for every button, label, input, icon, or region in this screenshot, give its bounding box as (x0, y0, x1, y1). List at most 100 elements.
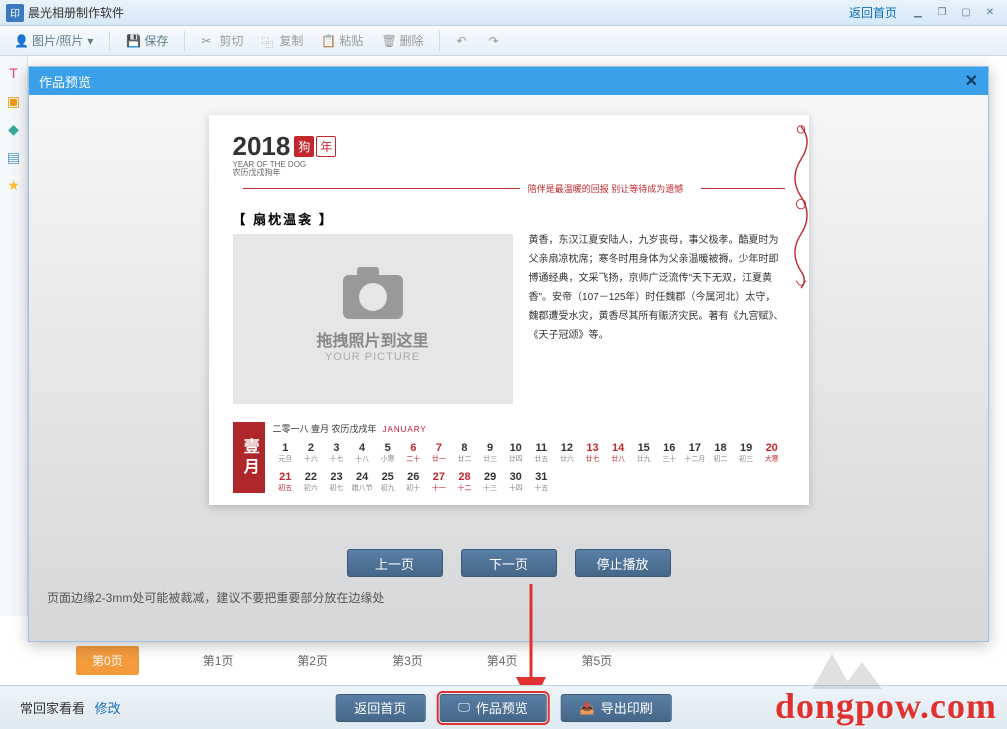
day-cell: 18初二 (708, 437, 734, 464)
day-cell: 20大寒 (759, 437, 785, 464)
save-icon: 💾 (126, 34, 140, 48)
back-home-button[interactable]: 返回首页 (335, 694, 425, 722)
restore-button[interactable]: ❐ (931, 5, 953, 21)
day-cell: 14廿八 (605, 437, 631, 464)
star-tool-icon[interactable]: ★ (5, 176, 23, 194)
cut-button[interactable]: ✂剪切 (195, 30, 249, 51)
slogan-text: 陪伴是最温暖的回报 别让等待成为遗憾 (528, 182, 684, 195)
thumb-page-1[interactable]: 第1页 (203, 652, 234, 669)
day-cell (657, 466, 683, 493)
edge-hint: 页面边缘2-3mm处可能被裁减，建议不要把重要部分放在边缘处 (47, 589, 384, 606)
main-toolbar: 👤 图片/照片 ▾ 💾 保存 ✂剪切 ⿻复制 📋粘贴 🗑删除 ↶ ↷ (0, 26, 1007, 56)
day-cell: 5小寒 (375, 437, 401, 464)
thumb-page-5[interactable]: 第5页 (581, 652, 612, 669)
ornament-icon (787, 121, 815, 291)
modal-close-button[interactable]: ✕ (965, 71, 978, 91)
maximize-button[interactable]: ▢ (955, 5, 977, 21)
copy-icon: ⿻ (261, 34, 275, 48)
modal-header: 作品预览 ✕ (29, 67, 988, 95)
year-number: 2018 (233, 131, 291, 162)
photo-placeholder-cn: 拖拽照片到这里 (316, 327, 428, 351)
layer-tool-icon[interactable]: ▤ (5, 148, 23, 166)
day-cell: 6二十 (401, 437, 427, 464)
save-button[interactable]: 💾 保存 (120, 30, 174, 51)
thumb-page-4[interactable]: 第4页 (487, 652, 518, 669)
modal-body: 2018 狗 年 YEAR OF THE DOG 农历戊戌狗年 陪伴是最温暖的回… (29, 95, 988, 641)
stop-play-button[interactable]: 停止播放 (575, 549, 671, 577)
image-tool-icon[interactable]: ▣ (5, 92, 23, 110)
day-cell: 8廿二 (452, 437, 478, 464)
save-label: 保存 (144, 32, 168, 49)
day-cell: 21初五 (273, 466, 299, 493)
day-cell: 12廿六 (554, 437, 580, 464)
paste-button[interactable]: 📋粘贴 (315, 30, 369, 51)
day-cell: 24腊八节 (349, 466, 375, 493)
undo-button[interactable]: ↶ (450, 32, 476, 50)
day-cell: 16三十 (657, 437, 683, 464)
zodiac-badge: 狗 年 (294, 136, 336, 157)
day-cell: 1元旦 (273, 437, 299, 464)
export-icon: 📤 (580, 701, 595, 715)
day-cell: 13廿七 (580, 437, 606, 464)
day-cell (708, 466, 734, 493)
day-cell: 15廿九 (631, 437, 657, 464)
redo-button[interactable]: ↷ (482, 32, 508, 50)
paste-icon: 📋 (321, 34, 335, 48)
export-print-button[interactable]: 📤导出印刷 (561, 694, 672, 722)
photo-placeholder-en: YOUR PICTURE (325, 351, 420, 363)
day-cell (605, 466, 631, 493)
day-cell: 19初三 (733, 437, 759, 464)
text-tool-icon[interactable]: T (5, 64, 23, 82)
copy-button[interactable]: ⿻复制 (255, 30, 309, 51)
day-cell: 9廿三 (477, 437, 503, 464)
home-link[interactable]: 返回首页 (849, 4, 897, 21)
day-cell: 17十二月 (682, 437, 708, 464)
day-cell: 25初九 (375, 466, 401, 493)
modal-title: 作品预览 (39, 72, 91, 91)
app-icon: 印 (6, 4, 24, 22)
redo-icon: ↷ (488, 34, 502, 48)
camera-icon (343, 275, 403, 319)
cal-header-cn: 二零一八 壹月 农历戊戌年 (273, 422, 377, 435)
close-window-button[interactable]: ✕ (979, 5, 1001, 21)
delete-button[interactable]: 🗑删除 (375, 30, 429, 51)
day-cell (682, 466, 708, 493)
trash-icon: 🗑 (381, 34, 395, 48)
preview-modal: 作品预览 ✕ 2018 狗 年 YEAR OF THE DOG 农历戊戌狗年 (28, 66, 989, 642)
day-cell: 27十一 (426, 466, 452, 493)
day-cell: 30十四 (503, 466, 529, 493)
app-title: 晨光相册制作软件 (28, 4, 124, 21)
day-cell (580, 466, 606, 493)
day-cell: 10廿四 (503, 437, 529, 464)
titlebar: 印 晨光相册制作软件 返回首页 ▁ ❐ ▢ ✕ (0, 0, 1007, 26)
edit-link[interactable]: 修改 (95, 701, 121, 716)
day-cell: 23初七 (324, 466, 350, 493)
shape-tool-icon[interactable]: ◆ (5, 120, 23, 138)
next-page-button[interactable]: 下一页 (461, 549, 557, 577)
minimize-button[interactable]: ▁ (907, 5, 929, 21)
day-cell: 26初十 (401, 466, 427, 493)
month-block: 壹月 (233, 422, 265, 493)
chevron-down-icon: ▾ (87, 34, 93, 48)
preview-button[interactable]: 🖵作品预览 (439, 694, 547, 722)
day-cell: 3十七 (324, 437, 350, 464)
story-title: 【 扇枕温衾 】 (233, 209, 513, 228)
day-cell: 4十八 (349, 437, 375, 464)
thumb-page-2[interactable]: 第2页 (297, 652, 328, 669)
thumb-page-0[interactable]: 第0页 (76, 646, 139, 675)
scissors-icon: ✂ (201, 34, 215, 48)
calendar-grid: 二零一八 壹月 农历戊戌年 JANUARY 1元旦2十六3十七4十八5小寒6二十… (273, 422, 785, 493)
go-home-text: 常回家看看 (20, 701, 85, 716)
undo-icon: ↶ (456, 34, 470, 48)
day-cell: 11廿五 (529, 437, 555, 464)
calendar-card: 2018 狗 年 YEAR OF THE DOG 农历戊戌狗年 陪伴是最温暖的回… (209, 115, 809, 505)
photos-label: 图片/照片 (32, 32, 83, 49)
day-cell (733, 466, 759, 493)
thumb-page-3[interactable]: 第3页 (392, 652, 423, 669)
day-cell: 28十二 (452, 466, 478, 493)
photo-drop-area[interactable]: 拖拽照片到这里 YOUR PICTURE (233, 234, 513, 404)
photos-tab[interactable]: 👤 图片/照片 ▾ (8, 30, 99, 51)
prev-page-button[interactable]: 上一页 (347, 549, 443, 577)
day-cell: 7廿一 (426, 437, 452, 464)
user-icon: 👤 (14, 34, 28, 48)
